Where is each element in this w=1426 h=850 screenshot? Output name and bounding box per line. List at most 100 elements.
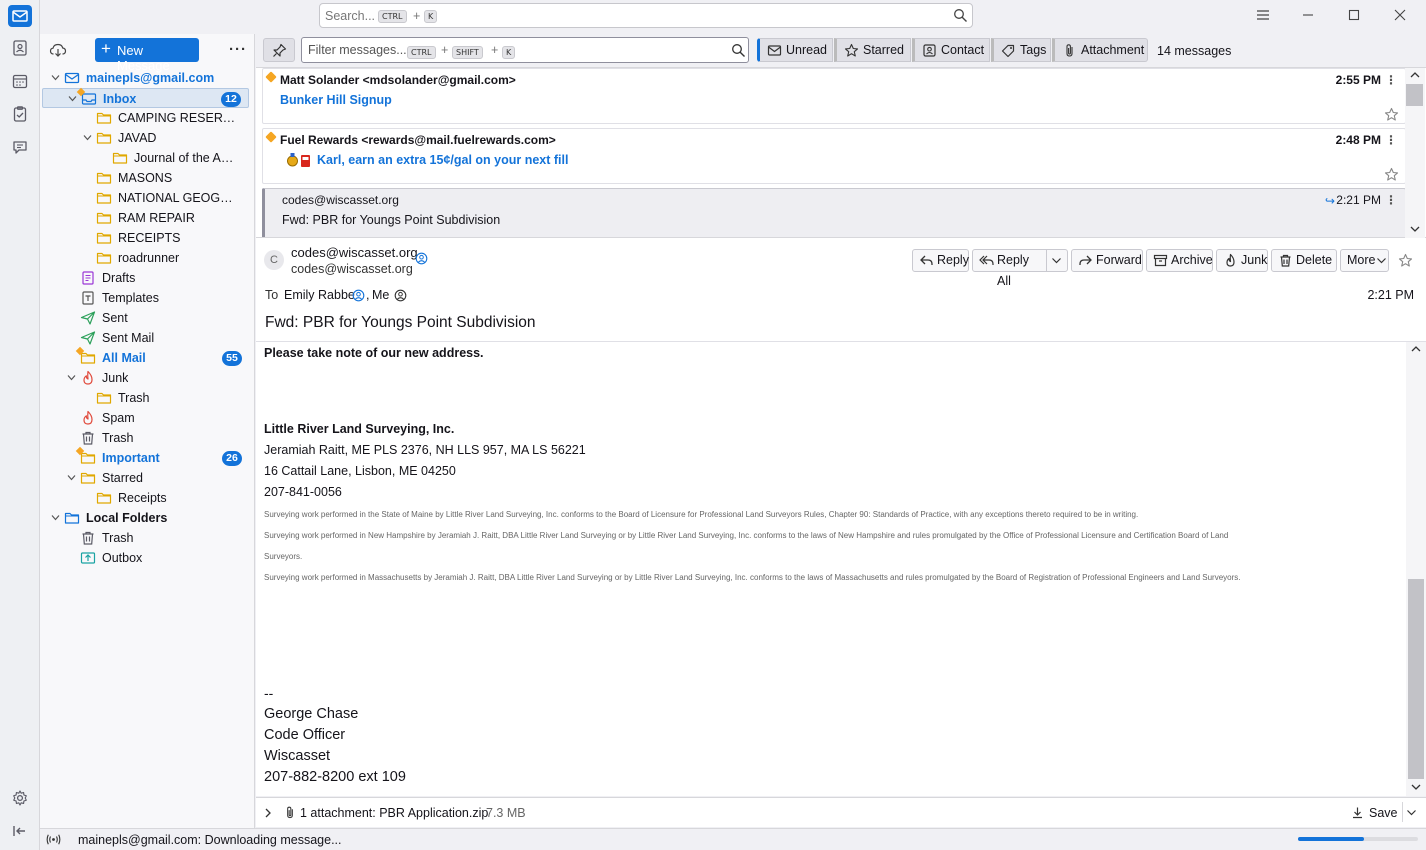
attachment-label: Attachment	[1081, 43, 1145, 57]
folder-pane-menu-icon[interactable]: ···	[229, 41, 247, 58]
address-book-icon[interactable]	[11, 39, 29, 57]
pin-filter-button[interactable]	[263, 38, 295, 62]
message-card[interactable]: Matt Solander <mdsolander@gmail.com> Bun…	[262, 68, 1406, 124]
folder-masons[interactable]: MASONS	[42, 168, 249, 188]
archive-label: Archive	[1171, 253, 1213, 267]
folder-local-folders[interactable]: Local Folders	[42, 508, 249, 528]
delete-button[interactable]: Delete	[1271, 249, 1337, 272]
folder-label: Sent Mail	[102, 331, 155, 345]
scrollbar-thumb[interactable]	[1408, 579, 1424, 779]
message-list: Matt Solander <mdsolander@gmail.com> Bun…	[256, 68, 1426, 238]
reply-button[interactable]: Reply	[912, 249, 969, 272]
chevron-down-icon[interactable]	[66, 472, 77, 483]
unread-count-badge: 12	[221, 92, 241, 107]
folder-journal[interactable]: Journal of the Am...	[42, 148, 249, 168]
message-card-selected[interactable]: codes@wiscasset.org Fwd: PBR for Youngs …	[262, 188, 1406, 237]
folder-sent[interactable]: Sent	[42, 308, 249, 328]
settings-icon[interactable]	[11, 789, 29, 807]
folder-spam[interactable]: Spam	[42, 408, 249, 428]
forward-button[interactable]: Forward	[1071, 249, 1143, 272]
filter-tags-button[interactable]: Tags	[991, 38, 1051, 62]
chat-icon[interactable]	[11, 138, 29, 156]
attachment-name[interactable]: 1 attachment: PBR Application.zip	[300, 806, 488, 820]
address-book-add-icon[interactable]	[415, 252, 428, 265]
star-icon[interactable]	[1398, 253, 1413, 268]
folder-receipts[interactable]: RECEIPTS	[42, 228, 249, 248]
chevron-down-icon[interactable]	[1406, 808, 1417, 817]
filter-starred-button[interactable]: Starred	[834, 38, 911, 62]
collapse-spaces-icon[interactable]	[11, 822, 29, 840]
account-row[interactable]: mainepls@gmail.com	[42, 68, 249, 88]
calendar-icon[interactable]	[11, 72, 29, 90]
scrollbar-thumb[interactable]	[1406, 84, 1423, 106]
save-button[interactable]: Save	[1369, 806, 1398, 820]
folder-starred[interactable]: Starred	[42, 468, 249, 488]
message-menu-icon[interactable]: ⋮	[1385, 73, 1397, 87]
new-message-button[interactable]: + New Message	[95, 38, 199, 73]
recipient[interactable]: Emily Rabbe	[284, 288, 355, 302]
folder-label: Trash	[118, 391, 150, 405]
folder-outbox[interactable]: Outbox	[42, 548, 249, 568]
signature-line: George Chase	[264, 706, 359, 722]
avatar: C	[264, 250, 284, 270]
spaces-toolbar	[0, 0, 40, 850]
mail-space-icon[interactable]	[8, 5, 32, 27]
message-subject-title: Fwd: PBR for Youngs Point Subdivision	[265, 314, 536, 331]
folder-all-mail[interactable]: All Mail 55	[42, 346, 249, 368]
global-search-input[interactable]: Search... CTRL + K	[319, 3, 973, 28]
filter-unread-button[interactable]: Unread	[757, 38, 833, 62]
folder-templates[interactable]: Templates	[42, 288, 249, 308]
folder-starred-receipts[interactable]: Receipts	[42, 488, 249, 508]
close-icon[interactable]	[1392, 7, 1410, 23]
get-messages-icon[interactable]	[49, 42, 67, 58]
folder-icon	[96, 110, 112, 126]
chevron-right-icon[interactable]	[263, 807, 273, 819]
filter-messages-input[interactable]: Filter messages... CTRL + SHIFT + K	[301, 37, 749, 63]
folder-roadrunner[interactable]: roadrunner	[42, 248, 249, 268]
folder-trash[interactable]: Trash	[42, 428, 249, 448]
message-body-scrollbar[interactable]	[1406, 342, 1426, 796]
folder-national-geographic[interactable]: NATIONAL GEOGRA...	[42, 188, 249, 208]
maximize-icon[interactable]	[1346, 7, 1364, 23]
chevron-down-icon[interactable]	[1051, 256, 1062, 265]
archive-button[interactable]: Archive	[1146, 249, 1213, 272]
message-sender: codes@wiscasset.org	[282, 193, 399, 207]
chevron-down-icon[interactable]	[50, 72, 61, 83]
allmail-icon	[75, 446, 96, 466]
folder-ram-repair[interactable]: RAM REPAIR	[42, 208, 249, 228]
folder-label: Receipts	[118, 491, 167, 505]
minimize-icon[interactable]	[1300, 7, 1318, 23]
chevron-down-icon[interactable]	[67, 93, 78, 104]
filter-attachment-button[interactable]: Attachment	[1052, 38, 1148, 62]
folder-drafts[interactable]: Drafts	[42, 268, 249, 288]
chevron-down-icon[interactable]	[50, 512, 61, 523]
folder-inbox[interactable]: Inbox 12	[42, 87, 249, 108]
recipient[interactable]: Me	[372, 288, 389, 302]
star-icon[interactable]	[1384, 107, 1399, 122]
folder-junk-trash[interactable]: Trash	[42, 388, 249, 408]
message-card[interactable]: Fuel Rewards <rewards@mail.fuelrewards.c…	[262, 128, 1406, 184]
folder-camping[interactable]: CAMPING RESERVATI...	[42, 108, 249, 128]
chevron-down-icon[interactable]	[66, 372, 77, 383]
reply-all-button[interactable]: Reply All	[972, 249, 1068, 288]
templates-icon	[80, 290, 96, 306]
body-notice: Please take note of our new address.	[264, 346, 484, 360]
message-list-scrollbar[interactable]	[1405, 68, 1425, 238]
from-name[interactable]: codes@wiscasset.org	[291, 245, 418, 260]
folder-javad[interactable]: JAVAD	[42, 128, 249, 148]
junk-button[interactable]: Junk	[1216, 249, 1268, 272]
filter-contact-button[interactable]: Contact	[912, 38, 990, 62]
chevron-down-icon[interactable]	[82, 132, 93, 143]
search-icon[interactable]	[953, 8, 968, 23]
message-menu-icon[interactable]: ⋮	[1385, 133, 1397, 147]
folder-local-trash[interactable]: Trash	[42, 528, 249, 548]
folder-junk[interactable]: Junk	[42, 368, 249, 388]
tasks-icon[interactable]	[11, 105, 29, 123]
star-icon[interactable]	[1384, 167, 1399, 182]
message-menu-icon[interactable]: ⋮	[1385, 193, 1397, 207]
more-button[interactable]: More	[1340, 249, 1389, 272]
app-menu-icon[interactable]	[1255, 7, 1273, 23]
online-status-icon[interactable]	[46, 833, 61, 846]
folder-sent-mail[interactable]: Sent Mail	[42, 328, 249, 348]
folder-important[interactable]: Important 26	[42, 446, 249, 468]
